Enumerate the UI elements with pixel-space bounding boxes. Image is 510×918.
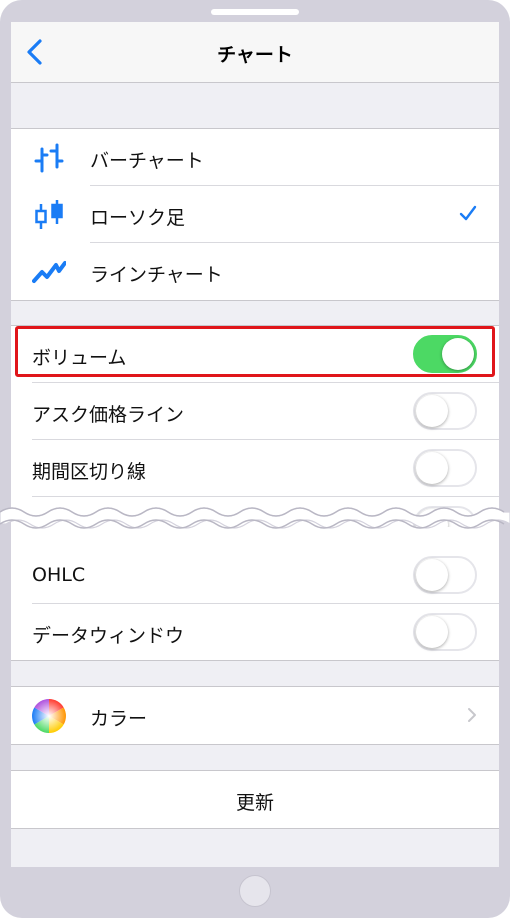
update-group: 更新 <box>11 770 499 829</box>
ask-line-row: アスク価格ライン <box>11 383 499 440</box>
navigation-bar: チャート <box>11 22 499 83</box>
torn-edge <box>0 507 510 529</box>
period-separator-row: 期間区切り線 <box>11 440 499 497</box>
period-separator-toggle[interactable] <box>413 449 477 487</box>
ask-line-label: アスク価格ライン <box>32 404 185 426</box>
color-wheel-icon <box>32 699 66 733</box>
update-button[interactable]: 更新 <box>11 771 499 828</box>
candlestick-icon <box>35 200 63 229</box>
data-window-toggle[interactable] <box>413 613 477 651</box>
bar-chart-icon <box>34 143 64 173</box>
chart-type-bar[interactable]: バーチャート <box>11 129 499 186</box>
color-group: カラー <box>11 686 499 745</box>
color-row[interactable]: カラー <box>11 687 499 744</box>
data-window-row: データウィンドウ <box>11 604 499 661</box>
line-chart-icon <box>32 261 66 283</box>
update-label: 更新 <box>235 792 274 814</box>
chart-type-label: ローソク足 <box>90 207 186 229</box>
ohlc-toggle[interactable] <box>413 556 477 594</box>
chevron-right-icon <box>468 708 476 722</box>
lower-screen: OHLC データウィンドウ カラー 更新 <box>11 527 499 867</box>
screen: チャート バーチャート ローソク足 ラインチャート ボリューム アスク価格ライン… <box>11 22 499 867</box>
volume-highlight-box <box>15 326 495 377</box>
chart-type-line[interactable]: ラインチャート <box>11 243 499 300</box>
ohlc-row: OHLC <box>11 547 499 604</box>
speaker-grille <box>211 9 299 15</box>
toggle-knob <box>416 395 448 427</box>
phone-frame: チャート バーチャート ローソク足 ラインチャート ボリューム アスク価格ライン… <box>0 0 510 918</box>
data-window-label: データウィンドウ <box>32 625 185 647</box>
chart-type-group: バーチャート ローソク足 ラインチャート <box>11 128 499 301</box>
toggle-knob <box>416 559 448 591</box>
display-options-group-lower: OHLC データウィンドウ <box>11 527 499 661</box>
toggle-knob <box>416 452 448 484</box>
chart-type-label: バーチャート <box>90 150 204 172</box>
page-title: チャート <box>217 44 293 66</box>
ask-line-toggle[interactable] <box>413 392 477 430</box>
color-label: カラー <box>90 708 148 730</box>
toggle-knob <box>416 616 448 648</box>
home-button[interactable] <box>239 875 271 907</box>
chart-type-label: ラインチャート <box>90 264 223 286</box>
checkmark-icon <box>459 205 477 221</box>
period-separator-label: 期間区切り線 <box>32 461 147 483</box>
chart-type-candlestick[interactable]: ローソク足 <box>11 186 499 243</box>
ohlc-label: OHLC <box>32 564 86 586</box>
